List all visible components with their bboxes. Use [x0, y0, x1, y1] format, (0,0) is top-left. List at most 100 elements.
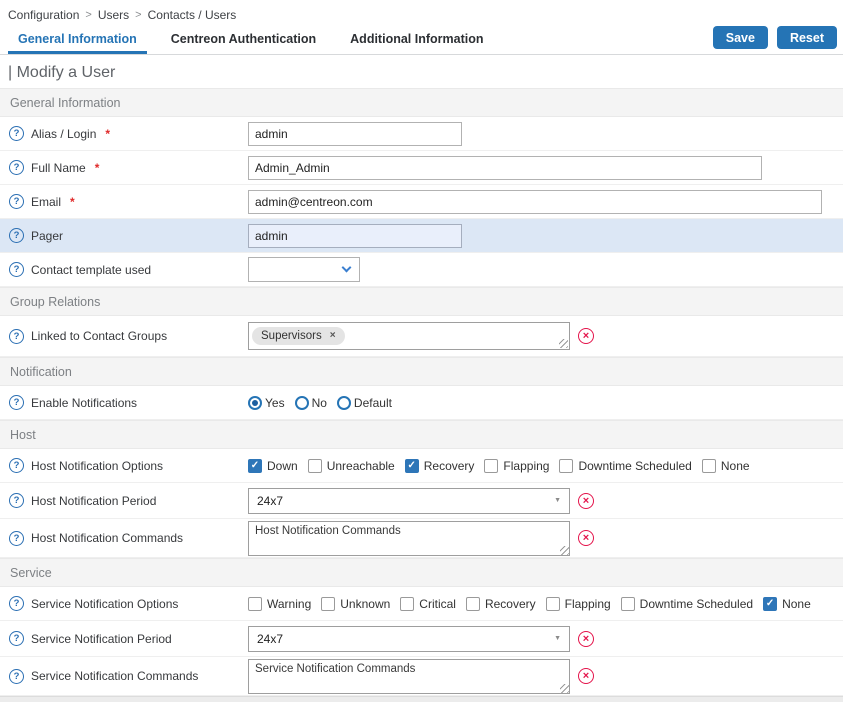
checkbox-label: Flapping	[503, 459, 549, 473]
pager-input[interactable]	[248, 224, 462, 248]
breadcrumb-separator: >	[85, 9, 91, 21]
clear-field-icon[interactable]: ×	[578, 631, 594, 647]
form-row-alias: ? Alias / Login *	[0, 117, 843, 151]
checkbox-icon	[484, 459, 498, 473]
host-options-checkbox-group: ✓ Down Unreachable ✓ Recovery Flapping D…	[248, 459, 750, 473]
help-icon[interactable]: ?	[9, 669, 24, 684]
checkbox-down[interactable]: ✓ Down	[248, 459, 298, 473]
full-name-input[interactable]	[248, 156, 762, 180]
section-general-information: General Information	[0, 88, 843, 117]
checkbox-critical[interactable]: Critical	[400, 597, 456, 611]
checkbox-recovery[interactable]: ✓ Recovery	[405, 459, 475, 473]
checkbox-none[interactable]: None	[702, 459, 750, 473]
enable-notifications-radio-group: Yes No Default	[248, 396, 392, 410]
tab-bar: General Information Centreon Authenticat…	[0, 26, 843, 55]
contact-groups-multiselect[interactable]: Supervisors ×	[248, 322, 570, 350]
checkbox-downtime-scheduled[interactable]: Downtime Scheduled	[559, 459, 691, 473]
checkbox-label: Warning	[267, 597, 311, 611]
clear-field-icon[interactable]: ×	[578, 668, 594, 684]
checkbox-checked-icon: ✓	[763, 597, 777, 611]
radio-default[interactable]: Default	[337, 396, 392, 410]
checkbox-recovery[interactable]: Recovery	[466, 597, 536, 611]
checkbox-icon	[702, 459, 716, 473]
checkbox-icon	[546, 597, 560, 611]
dropdown-arrow-icon: ▼	[554, 497, 561, 504]
field-label-contact-groups: Linked to Contact Groups	[31, 329, 167, 343]
page-title: | Modify a User	[0, 55, 843, 88]
clear-field-icon[interactable]: ×	[578, 530, 594, 546]
help-icon[interactable]: ?	[9, 228, 24, 243]
alias-login-input[interactable]	[248, 122, 462, 146]
checkbox-label: Flapping	[565, 597, 611, 611]
field-label-service-commands: Service Notification Commands	[31, 669, 198, 683]
section-host: Host	[0, 420, 843, 449]
service-notification-period-select[interactable]: 24x7 ▼	[248, 626, 570, 652]
checkbox-warning[interactable]: Warning	[248, 597, 311, 611]
service-notification-commands-textarea[interactable]: Service Notification Commands	[248, 659, 570, 694]
clear-field-icon[interactable]: ×	[578, 493, 594, 509]
checkbox-label: Recovery	[424, 459, 475, 473]
checkbox-label: None	[721, 459, 750, 473]
tab-general-information[interactable]: General Information	[8, 26, 147, 54]
help-icon[interactable]: ?	[9, 329, 24, 344]
host-notification-period-select[interactable]: 24x7 ▼	[248, 488, 570, 514]
form-row-contact-groups: ? Linked to Contact Groups Supervisors ×…	[0, 316, 843, 357]
service-options-checkbox-group: Warning Unknown Critical Recovery Flappi…	[248, 597, 811, 611]
email-input[interactable]	[248, 190, 822, 214]
radio-label: Yes	[265, 396, 285, 410]
contact-template-select[interactable]	[248, 257, 360, 282]
selected-value: 24x7	[257, 494, 283, 508]
save-button[interactable]: Save	[713, 26, 768, 49]
help-icon[interactable]: ?	[9, 596, 24, 611]
tab-additional-information[interactable]: Additional Information	[340, 26, 493, 54]
help-icon[interactable]: ?	[9, 395, 24, 410]
checkbox-label: Recovery	[485, 597, 536, 611]
checkbox-downtime-scheduled[interactable]: Downtime Scheduled	[621, 597, 753, 611]
help-icon[interactable]: ?	[9, 262, 24, 277]
tab-centreon-authentication[interactable]: Centreon Authentication	[161, 26, 326, 54]
clear-field-icon[interactable]: ×	[578, 328, 594, 344]
form-row-service-notification-commands: ? Service Notification Commands Service …	[0, 657, 843, 696]
radio-label: No	[312, 396, 327, 410]
form-row-host-notification-period: ? Host Notification Period 24x7 ▼ ×	[0, 483, 843, 519]
radio-icon	[337, 396, 351, 410]
form-row-pager: ? Pager	[0, 219, 843, 253]
checkbox-unreachable[interactable]: Unreachable	[308, 459, 395, 473]
checkbox-flapping[interactable]: Flapping	[546, 597, 611, 611]
section-notification: Notification	[0, 357, 843, 386]
resize-handle-icon[interactable]	[560, 546, 569, 555]
checkbox-icon	[559, 459, 573, 473]
checkbox-none[interactable]: ✓ None	[763, 597, 811, 611]
checkbox-flapping[interactable]: Flapping	[484, 459, 549, 473]
radio-icon	[295, 396, 309, 410]
required-mark: *	[95, 161, 100, 175]
help-icon[interactable]: ?	[9, 493, 24, 508]
resize-handle-icon[interactable]	[560, 684, 569, 693]
host-notification-commands-textarea[interactable]: Host Notification Commands	[248, 521, 570, 556]
help-icon[interactable]: ?	[9, 160, 24, 175]
breadcrumb-configuration[interactable]: Configuration	[8, 8, 79, 22]
radio-no[interactable]: No	[295, 396, 327, 410]
reset-button[interactable]: Reset	[777, 26, 837, 49]
checkbox-checked-icon: ✓	[248, 459, 262, 473]
section-group-relations: Group Relations	[0, 287, 843, 316]
radio-yes[interactable]: Yes	[248, 396, 285, 410]
checkbox-label: None	[782, 597, 811, 611]
breadcrumb-users[interactable]: Users	[98, 8, 129, 22]
form-row-service-notification-period: ? Service Notification Period 24x7 ▼ ×	[0, 621, 843, 657]
help-icon[interactable]: ?	[9, 194, 24, 209]
help-icon[interactable]: ?	[9, 458, 24, 473]
help-icon[interactable]: ?	[9, 126, 24, 141]
tag-remove-icon[interactable]: ×	[330, 331, 336, 341]
form-row-email: ? Email *	[0, 185, 843, 219]
help-icon[interactable]: ?	[9, 531, 24, 546]
breadcrumb-contacts-users[interactable]: Contacts / Users	[148, 8, 237, 22]
field-label-host-options: Host Notification Options	[31, 459, 163, 473]
radio-label: Default	[354, 396, 392, 410]
checkbox-icon	[400, 597, 414, 611]
resize-handle-icon[interactable]	[559, 339, 568, 348]
checkbox-unknown[interactable]: Unknown	[321, 597, 390, 611]
form-row-host-notification-commands: ? Host Notification Commands Host Notifi…	[0, 519, 843, 558]
checkbox-icon	[308, 459, 322, 473]
help-icon[interactable]: ?	[9, 631, 24, 646]
